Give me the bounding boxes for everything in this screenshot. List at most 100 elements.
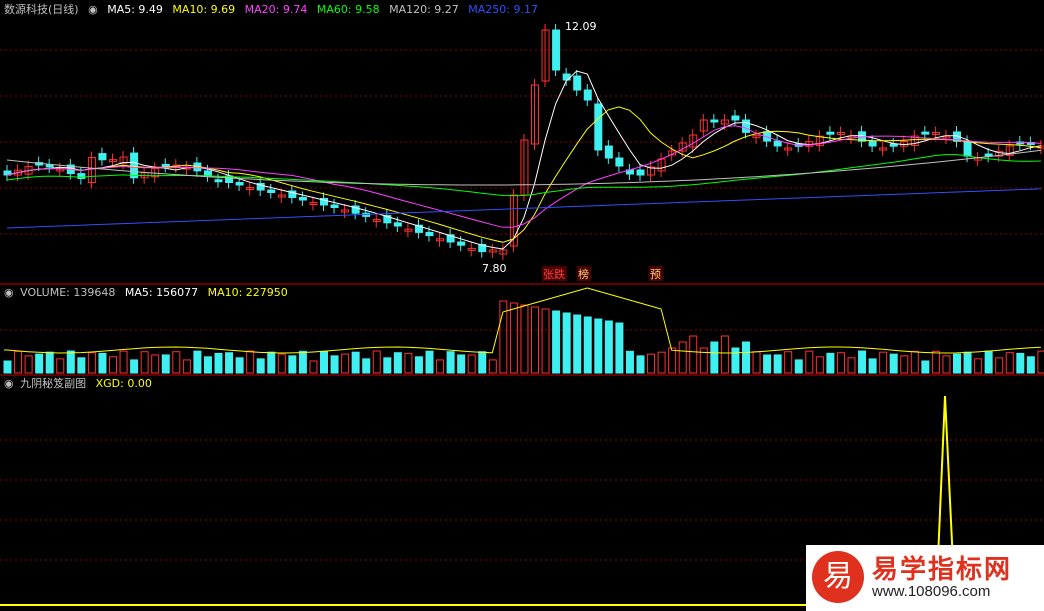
volume-bar [763, 354, 772, 374]
volume-bar [647, 353, 656, 374]
volume-bar [773, 354, 782, 374]
logo-mark: 易 [812, 551, 864, 603]
volume-bar [858, 350, 867, 374]
ma120-value: MA120: 9.27 [389, 3, 459, 16]
volume-bar [193, 350, 202, 374]
volume-bar [446, 351, 455, 374]
event-marker: 榜 [578, 267, 589, 281]
volume-bar [984, 350, 993, 374]
volume-bar [66, 350, 75, 374]
volume-ma5-value: MA5: 156077 [124, 286, 199, 299]
volume-bar [151, 354, 160, 374]
candle [562, 73, 571, 81]
volume-bar [298, 350, 307, 374]
volume-bar [995, 357, 1004, 374]
volume-bar [974, 358, 983, 374]
candle [636, 169, 645, 176]
volume-bar [1026, 356, 1035, 374]
candle [98, 153, 107, 161]
candle [742, 119, 750, 133]
volume-bar [847, 357, 856, 374]
volume-bar [931, 350, 940, 374]
candle [594, 103, 603, 151]
candle [963, 140, 972, 157]
volume-bar [1005, 352, 1014, 374]
settings-circle-icon[interactable]: ◉ [88, 3, 98, 16]
volume-bar [14, 350, 23, 374]
ma5-value: MA5: 9.49 [107, 3, 163, 16]
volume-bar [615, 322, 624, 374]
ma20-value: MA20: 9.74 [244, 3, 308, 16]
volume-bar [815, 356, 824, 374]
volume-bar [436, 359, 445, 374]
volume-bar [404, 352, 413, 374]
indicator-panel-header: ◉ 九阴秘笈副图 XGD: 0.00 [4, 377, 158, 391]
volume-bar [604, 320, 613, 374]
volume-bar [879, 351, 888, 374]
candle [45, 164, 54, 168]
settings-circle-icon[interactable]: ◉ [4, 377, 14, 390]
volume-bar [457, 354, 466, 374]
volume-bar [393, 352, 402, 374]
candle [921, 131, 930, 135]
candle [615, 157, 624, 167]
volume-bar [720, 335, 729, 374]
candle [77, 173, 86, 180]
indicator-name: 九阴秘笈副图 [20, 377, 87, 390]
event-marker: 预 [650, 268, 661, 281]
price-panel-header: 数源科技(日线) ◉ MA5: 9.49 MA10: 9.69 MA20: 9.… [4, 3, 544, 17]
volume-bar [98, 352, 107, 374]
candle [235, 182, 244, 186]
volume-bar [246, 350, 255, 374]
candle [773, 140, 782, 147]
volume-bar [288, 355, 297, 374]
volume-panel-header: ◉ VOLUME: 139648 MA5: 156077 MA10: 22795… [4, 286, 294, 300]
volume-bar [805, 350, 814, 374]
candle [552, 29, 561, 71]
candle [826, 131, 835, 135]
volume-bar [87, 352, 96, 374]
volume-bar [689, 335, 698, 374]
volume-bar [699, 347, 708, 374]
volume-bar [562, 312, 571, 374]
volume-bar [889, 353, 898, 374]
volume-bar [203, 356, 212, 374]
volume-bar [541, 308, 550, 374]
volume-bar [362, 358, 371, 374]
event-marker: 张跌 [543, 267, 565, 281]
volume-ma10-value: MA10: 227950 [207, 286, 288, 299]
volume-bar [868, 358, 877, 374]
volume-bar [267, 351, 276, 374]
ma60-value: MA60: 9.58 [316, 3, 380, 16]
candle [203, 170, 212, 177]
volume-bar [636, 355, 645, 374]
candle [161, 163, 170, 167]
candle [731, 115, 740, 121]
volume-bar [35, 353, 44, 374]
volume-bar [826, 352, 835, 374]
volume-bar [214, 352, 223, 374]
volume-bar [910, 350, 919, 374]
settings-circle-icon[interactable]: ◉ [4, 286, 14, 299]
ma10-value: MA10: 9.69 [172, 3, 236, 16]
volume-bar [467, 354, 476, 374]
volume-bar [383, 357, 392, 374]
candle [889, 143, 898, 147]
volume-bar [488, 359, 497, 374]
volume-bar [583, 316, 592, 374]
volume-bar [509, 302, 518, 374]
watermark-logo: 易 易学指标网 www.108096.com [806, 545, 1044, 611]
candle [214, 179, 223, 183]
stock-chart: 12.09 7.80 张跌榜 预 [0, 20, 1044, 606]
volume-bar [45, 351, 54, 374]
volume-bar [520, 304, 529, 374]
volume-bar [678, 341, 687, 374]
volume-bar [478, 351, 487, 374]
volume-bar [109, 356, 117, 374]
volume-bar [953, 353, 961, 374]
candle [604, 145, 613, 159]
candle [425, 231, 434, 237]
volume-bar [425, 350, 434, 374]
volume-bar [330, 355, 339, 374]
volume-bar [320, 350, 328, 374]
